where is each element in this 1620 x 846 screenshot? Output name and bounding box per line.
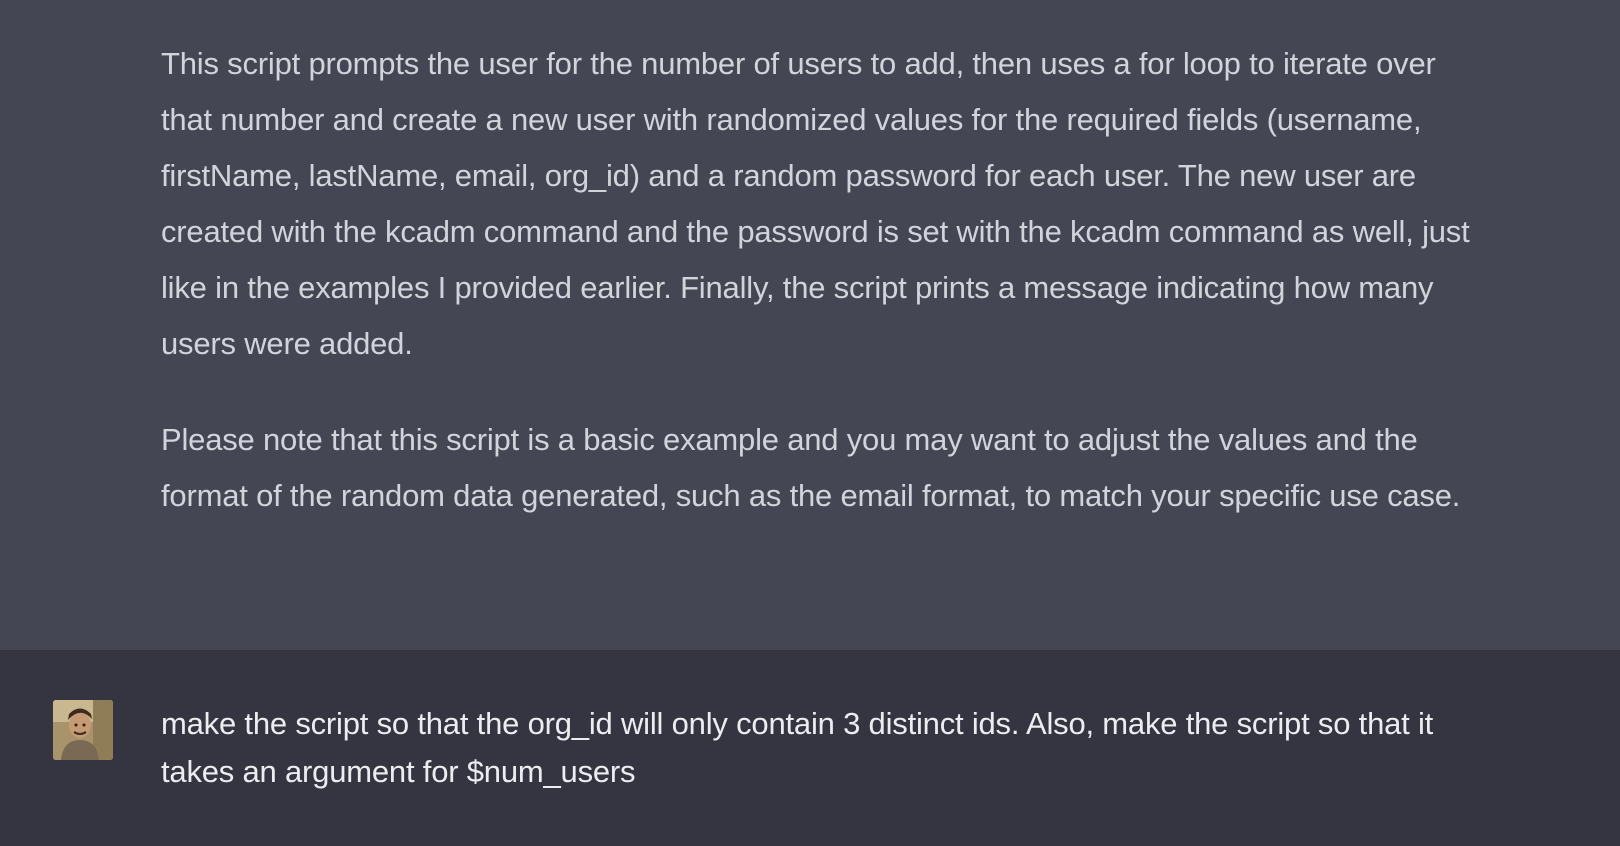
user-message: make the script so that the org_id will … <box>0 650 1620 846</box>
user-avatar-icon <box>53 700 113 760</box>
assistant-message: This script prompts the user for the num… <box>0 0 1620 650</box>
assistant-message-text: This script prompts the user for the num… <box>161 36 1481 524</box>
assistant-paragraph: This script prompts the user for the num… <box>161 46 1470 361</box>
user-message-text: make the script so that the org_id will … <box>161 706 1434 789</box>
assistant-paragraph: Please note that this script is a basic … <box>161 422 1461 513</box>
user-avatar <box>53 700 113 760</box>
